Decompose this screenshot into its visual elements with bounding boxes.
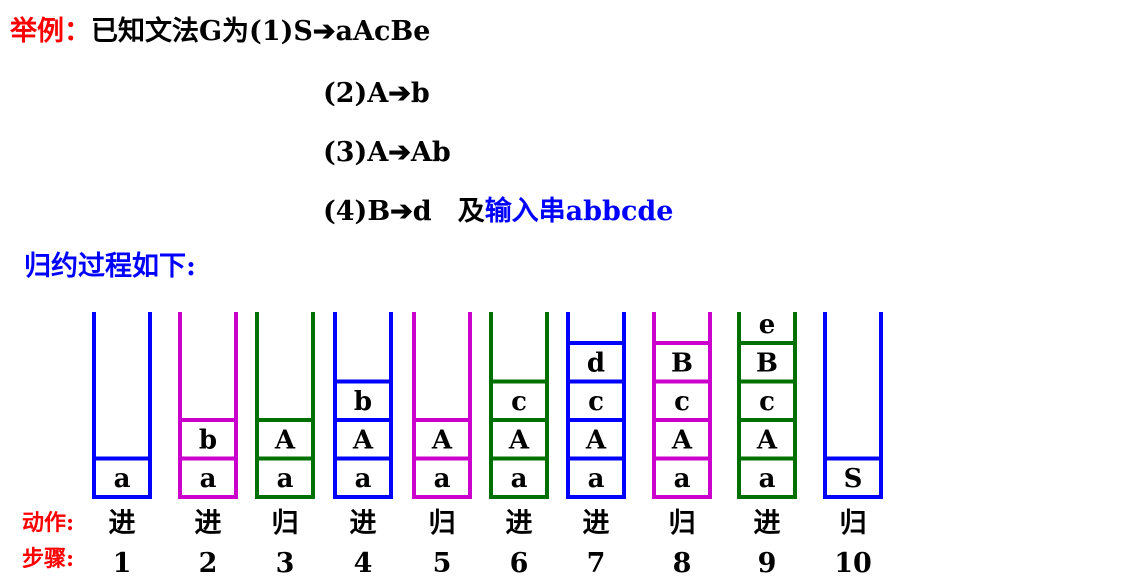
step-number: 7 [587, 548, 606, 579]
stack-symbol: c [759, 387, 775, 417]
action-label: 进 [195, 508, 222, 539]
stack-symbol: B [756, 348, 778, 378]
action-row-label: 动作: [22, 510, 74, 536]
stack-symbol: c [588, 387, 604, 417]
stack-symbol: a [434, 464, 451, 494]
action-label: 归 [272, 508, 299, 539]
stack-symbol: A [671, 425, 693, 455]
step-number: 4 [354, 548, 373, 579]
step-number: 10 [834, 548, 872, 579]
stack-symbol: a [674, 464, 691, 494]
stack-symbol: A [274, 425, 296, 455]
step-number: 8 [673, 548, 692, 579]
step-row-label: 步骤: [22, 546, 74, 572]
step-number: 5 [433, 548, 452, 579]
stack-symbol: c [511, 387, 527, 417]
stack-diagram: a进1ab进2aA归3aAb进4aA归5aAc进6aAcd进7aAcB归8aAc… [22, 310, 883, 579]
stack-symbol: A [431, 425, 453, 455]
step-number: 3 [276, 548, 295, 579]
stack-symbol: B [671, 348, 693, 378]
action-label: 进 [583, 508, 610, 539]
stack-symbol: S [844, 464, 863, 494]
action-label: 进 [350, 508, 377, 539]
stack-symbol: a [200, 464, 217, 494]
action-label: 进 [109, 508, 136, 539]
stack-symbol: A [508, 425, 530, 455]
action-label: 归 [840, 508, 867, 539]
stack-symbol: a [355, 464, 372, 494]
stack-symbol: A [756, 425, 778, 455]
stack-symbol: a [588, 464, 605, 494]
stack-symbol: a [759, 464, 776, 494]
stack-symbol: a [114, 464, 131, 494]
stack-symbol: A [352, 425, 374, 455]
stack-symbol: b [199, 425, 217, 455]
action-label: 进 [754, 508, 781, 539]
stack-symbol: e [759, 310, 776, 340]
stack-symbol: a [511, 464, 528, 494]
stack-symbol: a [277, 464, 294, 494]
stack-symbol: c [674, 387, 690, 417]
stack-symbol: A [585, 425, 607, 455]
step-number: 2 [199, 548, 218, 579]
action-label: 进 [506, 508, 533, 539]
step-number: 9 [758, 548, 777, 579]
step-number: 1 [113, 548, 132, 579]
stack-symbol: d [587, 348, 605, 378]
stack-symbol: b [354, 387, 372, 417]
action-label: 归 [429, 508, 456, 539]
action-label: 归 [669, 508, 696, 539]
step-number: 6 [510, 548, 529, 579]
